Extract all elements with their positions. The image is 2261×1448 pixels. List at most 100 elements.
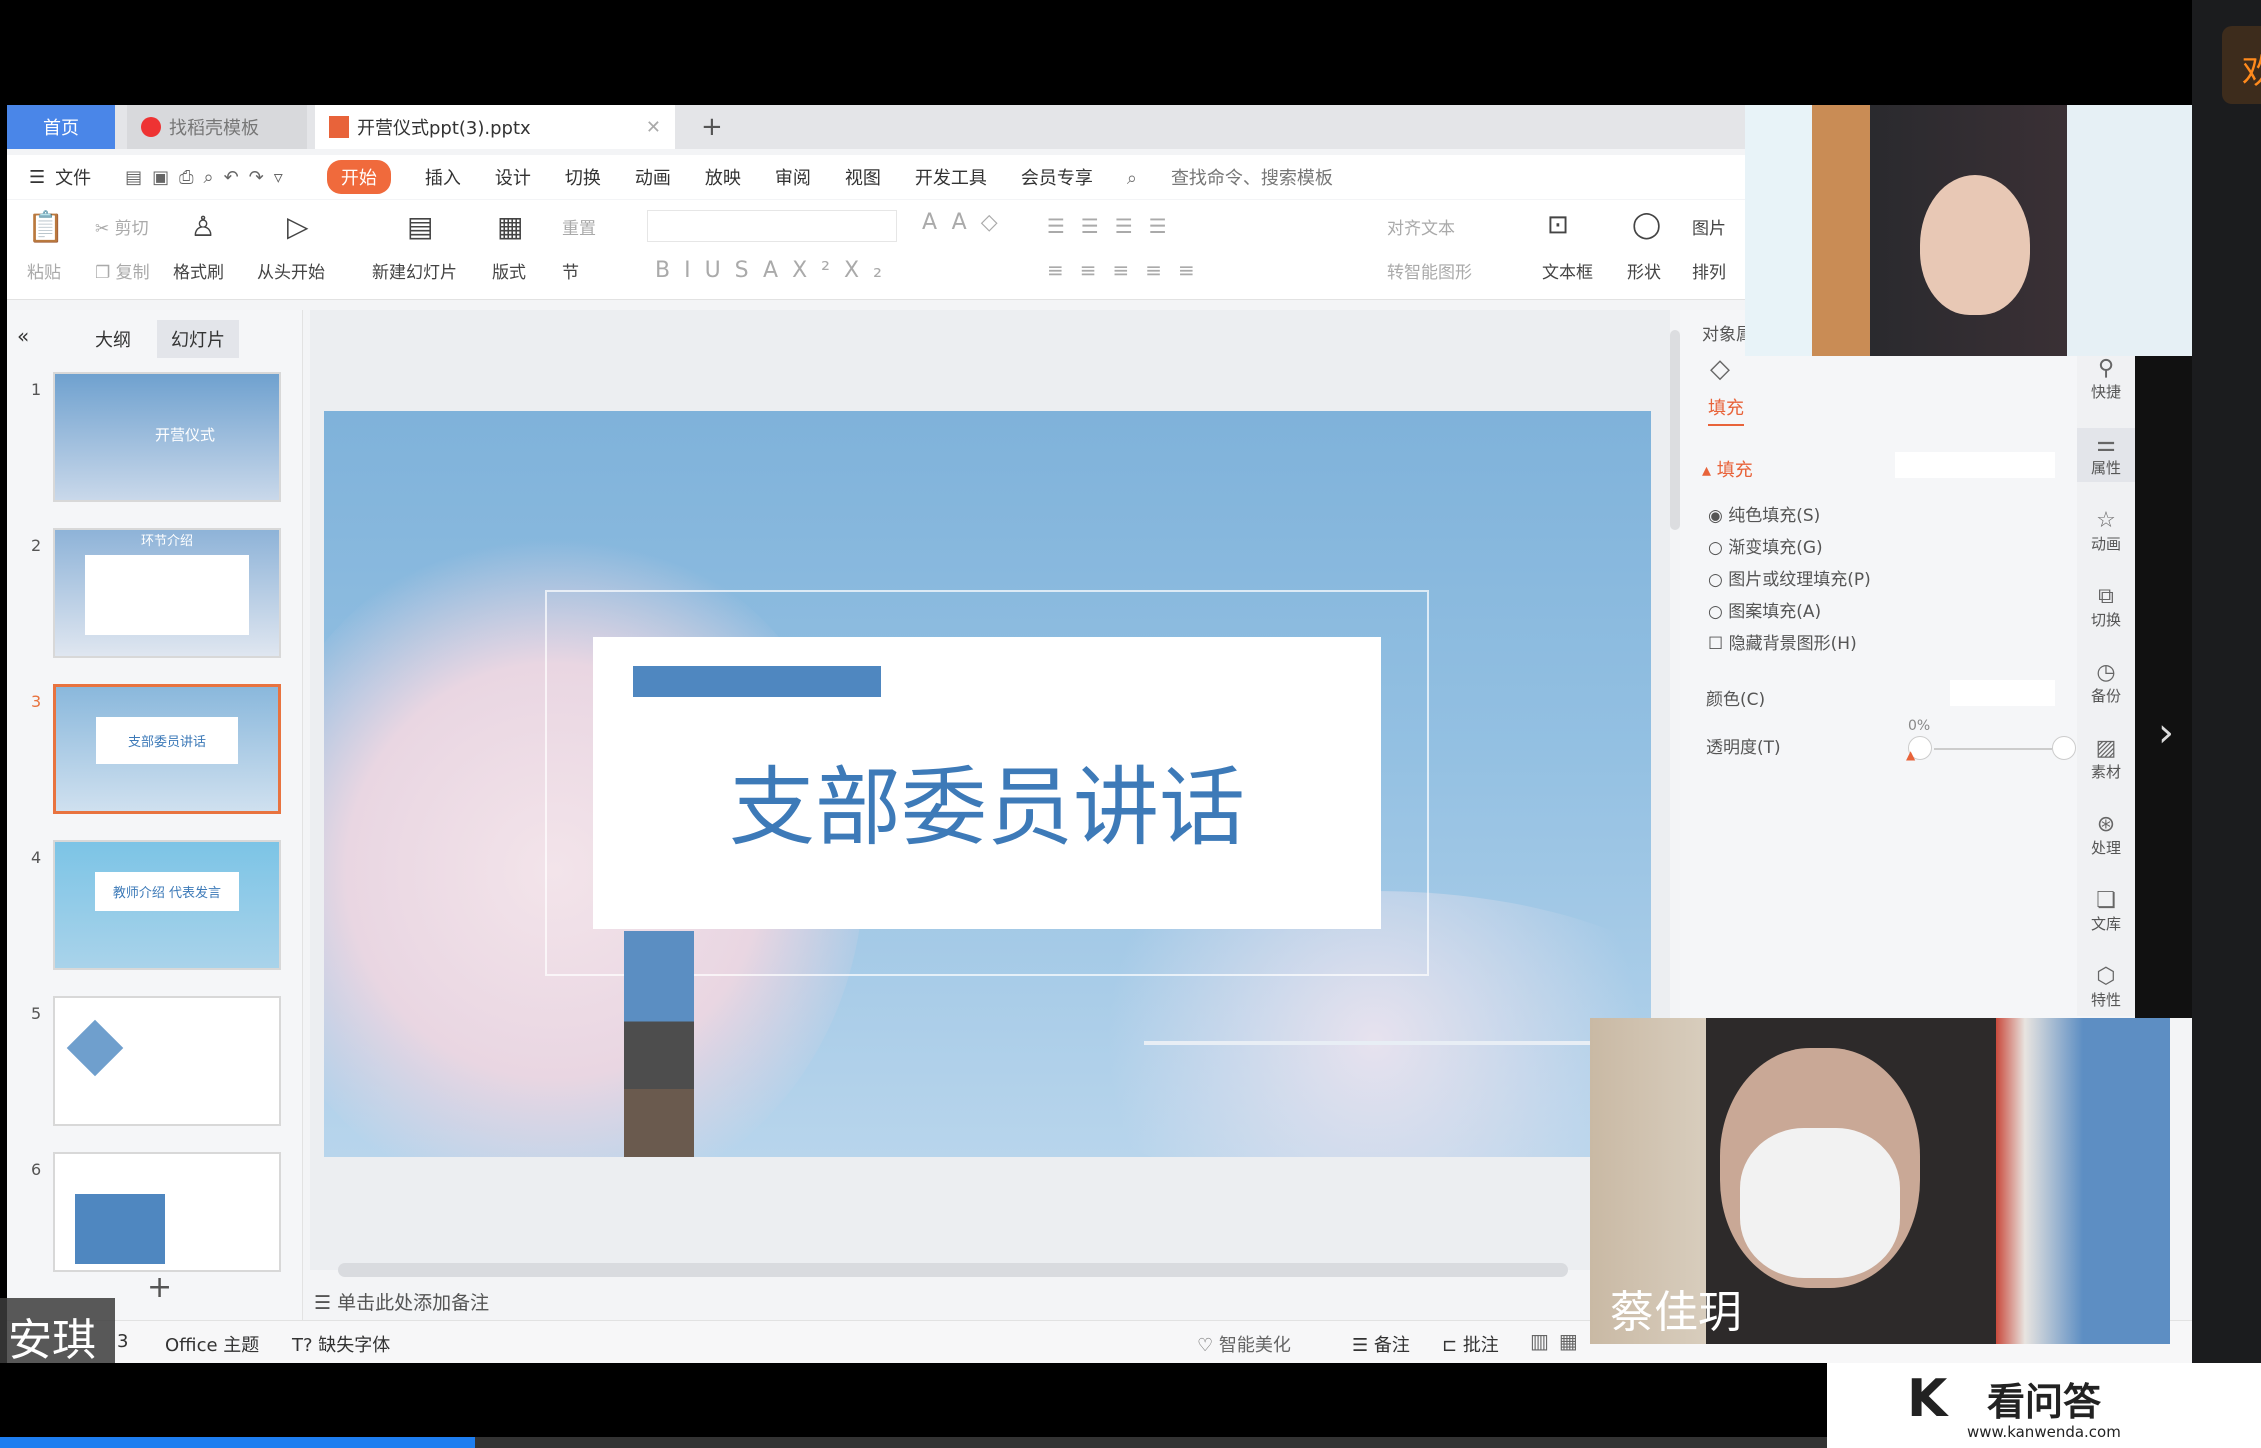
close-icon[interactable]: ✕ [646, 117, 661, 138]
slide-thumbnail[interactable]: 环节介绍 [53, 528, 281, 658]
solid-fill-radio[interactable]: ◉ 纯色填充(S) [1708, 500, 1871, 532]
notes-button[interactable]: ☰ 备注 [1352, 1331, 1410, 1357]
shape-button[interactable]: 形状 [1627, 258, 1661, 283]
transition-button[interactable]: ⧉ 切换 [2077, 584, 2135, 630]
increase-button[interactable] [2052, 736, 2076, 760]
menu-developer[interactable]: 开发工具 [915, 164, 987, 190]
color-dropdown[interactable] [1950, 680, 2055, 706]
quick-access-icons[interactable]: ▤▣⎙⌕↶↷▿ [125, 167, 293, 188]
fill-section-header[interactable]: ▴ 填充 [1702, 456, 1753, 482]
material-button[interactable]: ▨ 素材 [2077, 736, 2135, 782]
backup-button[interactable]: ◷ 备份 [2077, 660, 2135, 706]
thumb-title: 环节介绍 [140, 534, 193, 549]
feature-button[interactable]: ⬡ 特性 [2077, 964, 2135, 1010]
menu-transition[interactable]: 切换 [565, 164, 601, 190]
align-buttons[interactable]: ≡≡≡≡≡ [1047, 258, 1211, 282]
person-figure [624, 931, 694, 1157]
menu-insert[interactable]: 插入 [425, 164, 461, 190]
slide-thumbnail[interactable]: 教师介绍 代表发言 [53, 840, 281, 970]
format-painter-icon: ♙ [190, 210, 216, 243]
paste-icon[interactable]: 📋 [27, 210, 64, 245]
font-style-buttons[interactable]: BIUSAX²X₂ [655, 258, 896, 283]
layout-button[interactable]: 版式 [492, 258, 526, 283]
slide[interactable]: 支部委员讲话 [324, 411, 1651, 1157]
quick-label: 快捷 [2090, 383, 2121, 401]
slide-thumbnail[interactable] [53, 1152, 281, 1272]
library-button[interactable]: ❏ 文库 [2077, 888, 2135, 934]
menu-design[interactable]: 设计 [495, 164, 531, 190]
pattern-fill-radio[interactable]: ○ 图案填充(A) [1708, 596, 1871, 628]
font-name-select[interactable] [647, 210, 897, 242]
menu-start[interactable]: 开始 [326, 160, 391, 194]
align-text-button[interactable]: 对齐文本 [1387, 214, 1455, 239]
tab-file-label: 开营仪式ppt(3).pptx [357, 118, 531, 139]
horizontal-scrollbar[interactable] [338, 1263, 1568, 1277]
collapse-icon[interactable]: « [17, 324, 29, 348]
beautify-button[interactable]: ♡ 智能美化 [1197, 1331, 1291, 1357]
slide-thumbnail[interactable] [53, 996, 281, 1126]
cut-button[interactable]: ✂ 剪切 [95, 214, 149, 239]
slide-thumbnail[interactable]: 开营仪式 [53, 372, 281, 502]
arrange-button[interactable]: 排列 [1692, 258, 1726, 283]
picture-fill-radio[interactable]: ○ 图片或纹理填充(P) [1708, 564, 1871, 596]
animation-button[interactable]: ☆ 动画 [2077, 508, 2135, 554]
process-button[interactable]: ⊛ 处理 [2077, 812, 2135, 858]
slides-tab[interactable]: 幻灯片 [157, 320, 239, 358]
menu-slideshow[interactable]: 放映 [705, 164, 741, 190]
menu-bar: ☰ 文件 ▤▣⎙⌕↶↷▿ 开始 插入 设计 切换 动画 放映 审阅 视图 开发工… [7, 155, 1747, 199]
outline-tab[interactable]: 大纲 [95, 326, 131, 352]
reset-button[interactable]: 重置 [562, 214, 596, 239]
paste-button[interactable]: 粘贴 [27, 258, 61, 283]
missing-font-button[interactable]: T? 缺失字体 [292, 1331, 390, 1357]
library-label: 文库 [2090, 915, 2121, 933]
vertical-scrollbar[interactable] [1670, 330, 1680, 530]
view-buttons[interactable]: ▥▦ [1530, 1329, 1588, 1353]
hamburger-icon[interactable]: ☰ [29, 167, 45, 188]
hide-background-checkbox[interactable]: ☐ 隐藏背景图形(H) [1708, 628, 1871, 660]
add-slide-button[interactable]: + [147, 1270, 172, 1305]
quick-button[interactable]: ⚲ 快捷 [2077, 356, 2135, 402]
tab-home[interactable]: 首页 [7, 105, 115, 149]
gradient-fill-radio[interactable]: ○ 渐变填充(G) [1708, 532, 1871, 564]
star-icon: ☆ [2096, 508, 2116, 533]
comments-button[interactable]: ⊏ 批注 [1442, 1331, 1499, 1357]
menu-animation[interactable]: 动画 [635, 164, 671, 190]
title-box[interactable]: 支部委员讲话 [593, 637, 1381, 929]
picture-button[interactable]: 图片 [1692, 214, 1726, 239]
beautify-label: 智能美化 [1218, 1335, 1291, 1356]
fill-tab[interactable]: 填充 [1708, 394, 1744, 426]
textbox-button[interactable]: 文本框 [1542, 258, 1593, 283]
smart-shape-button[interactable]: 转智能图形 [1387, 258, 1472, 283]
transparency-slider[interactable] [1934, 748, 2052, 750]
tab-template[interactable]: 找稻壳模板 [127, 105, 307, 149]
video-gap [2135, 356, 2192, 1018]
chat-badge[interactable]: 欢 [2222, 26, 2261, 104]
textbox-icon: ⊡ [1547, 210, 1569, 240]
notes-field[interactable]: ☰ 单击此处添加备注 [314, 1288, 489, 1315]
font-size-buttons[interactable]: AA◇ [922, 210, 1012, 235]
properties-button[interactable]: ⚌ 属性 [2077, 428, 2135, 482]
menu-review[interactable]: 审阅 [775, 164, 811, 190]
chevron-right-icon[interactable]: › [2158, 710, 2174, 756]
menu-file[interactable]: 文件 [55, 164, 91, 190]
tab-file[interactable]: 开营仪式ppt(3).pptx ✕ [315, 105, 675, 149]
menu-member[interactable]: 会员专享 [1021, 164, 1093, 190]
slide-title[interactable]: 支部委员讲话 [593, 737, 1381, 862]
fill-dropdown[interactable] [1895, 452, 2055, 478]
new-tab-button[interactable]: + [687, 105, 737, 149]
slide-number: 6 [31, 1160, 42, 1179]
slider-handle[interactable]: ▲ [1906, 748, 1915, 762]
tab-bar: 首页 找稻壳模板 开营仪式ppt(3).pptx ✕ + [7, 105, 1747, 149]
copy-button[interactable]: ❐ 复制 [95, 258, 150, 283]
option-label: 隐藏背景图形(H) [1728, 634, 1857, 654]
from-start-button[interactable]: 从头开始 [257, 258, 325, 283]
new-slide-button[interactable]: 新建幻灯片 [372, 258, 457, 283]
menu-view[interactable]: 视图 [845, 164, 881, 190]
section-button[interactable]: 节 [562, 258, 579, 283]
paragraph-buttons[interactable]: ☰☰☰☰ [1047, 214, 1183, 238]
notes-placeholder: 单击此处添加备注 [337, 1292, 490, 1314]
format-painter-button[interactable]: 格式刷 [173, 258, 224, 283]
search-command[interactable]: ⌕ 查找命令、搜索模板 [1127, 164, 1367, 190]
theme-label[interactable]: Office 主题 [165, 1331, 259, 1357]
slide-thumbnail-selected[interactable]: 支部委员讲话 [53, 684, 281, 814]
